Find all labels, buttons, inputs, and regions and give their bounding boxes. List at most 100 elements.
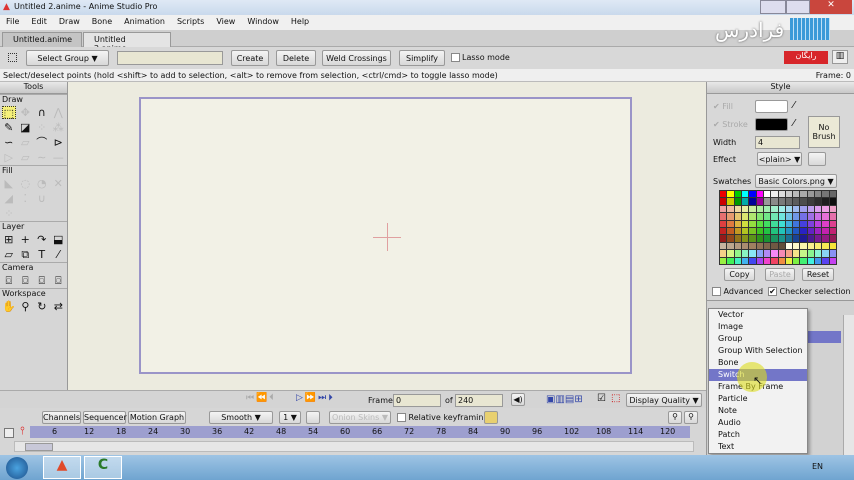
color-swatch[interactable] bbox=[749, 257, 756, 264]
camtasia-taskbar-icon[interactable]: C bbox=[84, 456, 122, 479]
layers-scrollbar[interactable] bbox=[843, 315, 854, 455]
color-swatch[interactable] bbox=[763, 220, 771, 227]
menu-item-particle[interactable]: Particle bbox=[709, 393, 807, 405]
color-swatch[interactable] bbox=[822, 191, 829, 198]
text-tool-icon[interactable]: T bbox=[35, 248, 49, 261]
color-swatch[interactable] bbox=[815, 205, 822, 213]
color-swatch[interactable] bbox=[829, 205, 836, 213]
freehand-icon[interactable]: ∽ bbox=[2, 136, 16, 149]
color-swatch[interactable] bbox=[734, 228, 741, 235]
language-indicator[interactable]: EN bbox=[812, 462, 823, 471]
color-swatch[interactable] bbox=[785, 235, 793, 242]
color-swatch[interactable] bbox=[734, 257, 741, 264]
color-swatch[interactable] bbox=[763, 213, 771, 220]
color-swatch[interactable] bbox=[793, 198, 800, 205]
menu-scripts[interactable]: Scripts bbox=[171, 15, 210, 30]
color-swatch[interactable] bbox=[771, 191, 778, 198]
simplify-button[interactable]: Simplify bbox=[399, 50, 445, 66]
color-swatch[interactable] bbox=[749, 235, 756, 242]
document-canvas[interactable] bbox=[139, 97, 632, 374]
layer-dropdown-selected[interactable] bbox=[807, 331, 841, 343]
color-swatch[interactable] bbox=[756, 213, 763, 220]
color-swatch[interactable] bbox=[800, 213, 807, 220]
checker-selection-checkbox[interactable]: ✔ Checker selection bbox=[768, 287, 851, 296]
translate-points-icon[interactable]: ✥ bbox=[19, 106, 32, 119]
color-swatch[interactable] bbox=[829, 228, 836, 235]
color-swatch[interactable] bbox=[785, 220, 793, 227]
color-swatch[interactable] bbox=[741, 250, 749, 257]
color-swatch[interactable] bbox=[793, 205, 800, 213]
weld-crossings-button[interactable]: Weld Crossings bbox=[322, 50, 391, 66]
color-swatch[interactable] bbox=[807, 191, 815, 198]
create-shape-icon[interactable]: ◌ bbox=[19, 177, 33, 190]
scale-points-icon[interactable]: ⁘ bbox=[35, 121, 49, 134]
color-swatch[interactable] bbox=[829, 235, 836, 242]
canvas-area[interactable] bbox=[68, 82, 706, 390]
color-swatch[interactable] bbox=[822, 213, 829, 220]
color-swatch[interactable] bbox=[756, 250, 763, 257]
rotate-layer-icon[interactable]: ↷ bbox=[35, 233, 49, 246]
color-swatch[interactable] bbox=[727, 198, 734, 205]
eyedropper-fill-icon[interactable]: ⁘ bbox=[2, 207, 16, 220]
hide-edge-fill-icon[interactable]: ⁚ bbox=[19, 192, 33, 205]
color-swatch[interactable] bbox=[822, 242, 829, 250]
color-swatch[interactable] bbox=[749, 242, 756, 250]
color-swatch[interactable] bbox=[756, 228, 763, 235]
menu-help[interactable]: Help bbox=[285, 15, 315, 30]
color-swatch[interactable] bbox=[756, 205, 763, 213]
display-quality-dropdown[interactable]: Display Quality ▼ bbox=[626, 393, 702, 407]
color-swatch[interactable] bbox=[763, 250, 771, 257]
tab-untitled-2[interactable]: Untitled 2.anime bbox=[83, 32, 171, 53]
pan-tilt-camera-icon[interactable]: ⌼ bbox=[52, 274, 66, 287]
color-swatch[interactable] bbox=[800, 235, 807, 242]
stroke-checkbox[interactable]: ✔ Stroke bbox=[713, 120, 748, 129]
color-swatch[interactable] bbox=[741, 191, 749, 198]
hide-edge-icon[interactable]: ∼ bbox=[35, 151, 49, 164]
color-swatch[interactable] bbox=[771, 235, 778, 242]
color-swatch[interactable] bbox=[734, 250, 741, 257]
color-swatch[interactable] bbox=[778, 198, 785, 205]
color-swatch[interactable] bbox=[778, 257, 785, 264]
color-swatch[interactable] bbox=[793, 242, 800, 250]
color-swatch[interactable] bbox=[741, 235, 749, 242]
color-swatch[interactable] bbox=[815, 257, 822, 264]
rotate-workspace-icon[interactable]: ↻ bbox=[35, 300, 48, 313]
onion-skins-dropdown[interactable]: Onion Skins ▼ bbox=[329, 411, 391, 424]
color-swatch[interactable] bbox=[734, 198, 741, 205]
magnet-icon[interactable]: ⋀ bbox=[52, 106, 65, 119]
color-swatch[interactable] bbox=[800, 257, 807, 264]
curvature-icon[interactable]: ∩ bbox=[35, 106, 48, 119]
timeline-scroll-thumb[interactable] bbox=[25, 443, 53, 451]
color-swatch[interactable] bbox=[822, 257, 829, 264]
color-swatch[interactable] bbox=[756, 198, 763, 205]
swatch-grid[interactable] bbox=[719, 190, 837, 265]
color-swatch[interactable] bbox=[829, 257, 836, 264]
color-swatch[interactable] bbox=[815, 250, 822, 257]
color-swatch[interactable] bbox=[771, 220, 778, 227]
audio-icon[interactable]: ◀) bbox=[511, 393, 525, 406]
frame-input[interactable]: 0 bbox=[393, 394, 441, 407]
color-swatch[interactable] bbox=[749, 250, 756, 257]
roll-camera-icon[interactable]: ⌼ bbox=[35, 274, 49, 287]
fill-eyedropper-icon[interactable]: ⁄ bbox=[793, 100, 795, 111]
color-swatch[interactable] bbox=[793, 191, 800, 198]
menu-item-audio[interactable]: Audio bbox=[709, 417, 807, 429]
checker-toggle-icon[interactable]: ☑ bbox=[597, 393, 606, 404]
zoom-icon[interactable]: ⚲ bbox=[19, 300, 32, 313]
frame-toggle-icon[interactable]: ⬚ bbox=[611, 393, 620, 404]
shear-icon[interactable]: ⌒ bbox=[35, 136, 49, 149]
color-swatch[interactable] bbox=[793, 213, 800, 220]
menu-animation[interactable]: Animation bbox=[118, 15, 171, 30]
color-swatch[interactable] bbox=[800, 250, 807, 257]
set-origin-icon[interactable]: + bbox=[19, 233, 33, 246]
color-swatch[interactable] bbox=[815, 220, 822, 227]
noise-icon[interactable]: ▱ bbox=[19, 151, 33, 164]
zoom-in-icon[interactable]: ⚲ bbox=[684, 411, 698, 424]
color-swatch[interactable] bbox=[727, 250, 734, 257]
color-swatch[interactable] bbox=[800, 242, 807, 250]
color-swatch[interactable] bbox=[763, 235, 771, 242]
color-swatch[interactable] bbox=[800, 205, 807, 213]
color-swatch[interactable] bbox=[763, 257, 771, 264]
color-swatch[interactable] bbox=[720, 242, 727, 250]
color-swatch[interactable] bbox=[734, 220, 741, 227]
